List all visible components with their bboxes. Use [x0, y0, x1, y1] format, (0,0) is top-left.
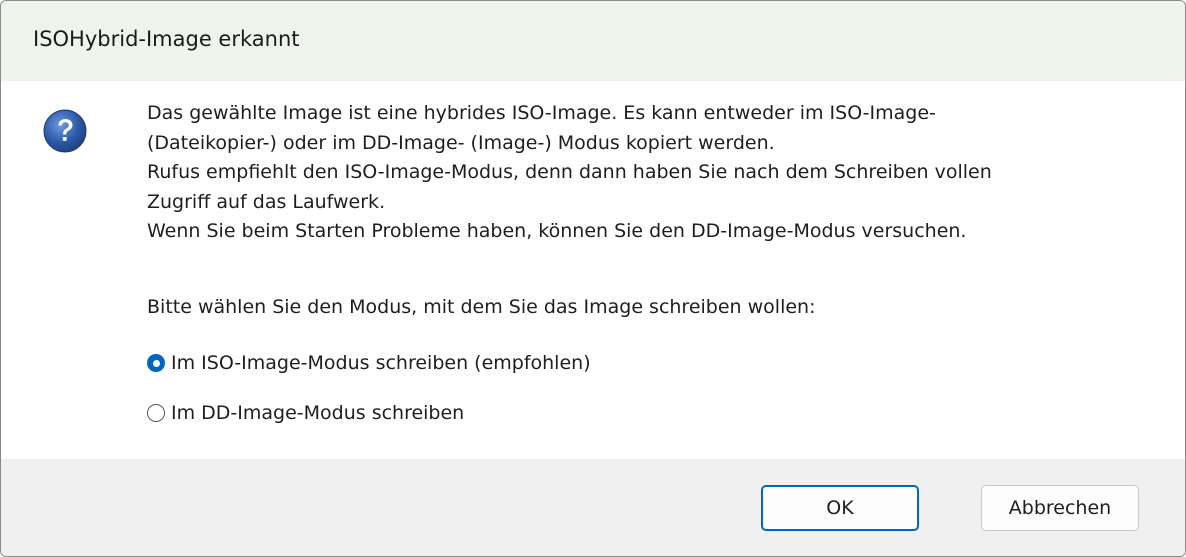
- radio-option-dd[interactable]: Im DD-Image-Modus schreiben: [147, 399, 464, 427]
- message-line: (Dateikopier-) oder im DD-Image- (Image-…: [147, 131, 775, 154]
- button-bar: OK Abbrechen: [1, 459, 1185, 556]
- radio-button-unselected[interactable]: [147, 404, 165, 422]
- message-line: Zugriff auf das Laufwerk.: [147, 190, 386, 213]
- question-icon: [43, 109, 87, 153]
- ok-button[interactable]: OK: [761, 485, 919, 531]
- cancel-button[interactable]: Abbrechen: [981, 485, 1139, 531]
- dialog-window: ISOHybrid-Image erkannt Das gewählte Ima…: [0, 0, 1186, 557]
- message-line: Rufus empfiehlt den ISO-Image-Modus, den…: [147, 161, 992, 183]
- message-line: Wenn Sie beim Starten Probleme haben, kö…: [147, 220, 967, 242]
- message-line: Das gewählte Image ist eine hybrides ISO…: [147, 102, 936, 124]
- dialog-content: Das gewählte Image ist eine hybrides ISO…: [1, 81, 1185, 459]
- message-text: Das gewählte Image ist eine hybrides ISO…: [147, 99, 1177, 247]
- radio-option-iso[interactable]: Im ISO-Image-Modus schreiben (empfohlen): [147, 349, 591, 377]
- radio-button-selected[interactable]: [147, 354, 165, 372]
- radio-label-iso[interactable]: Im ISO-Image-Modus schreiben (empfohlen): [171, 352, 591, 374]
- mode-prompt: Bitte wählen Sie den Modus, mit dem Sie …: [147, 296, 816, 318]
- radio-label-dd[interactable]: Im DD-Image-Modus schreiben: [171, 402, 464, 424]
- title-bar[interactable]: ISOHybrid-Image erkannt: [1, 1, 1185, 81]
- dialog-title: ISOHybrid-Image erkannt: [33, 27, 300, 51]
